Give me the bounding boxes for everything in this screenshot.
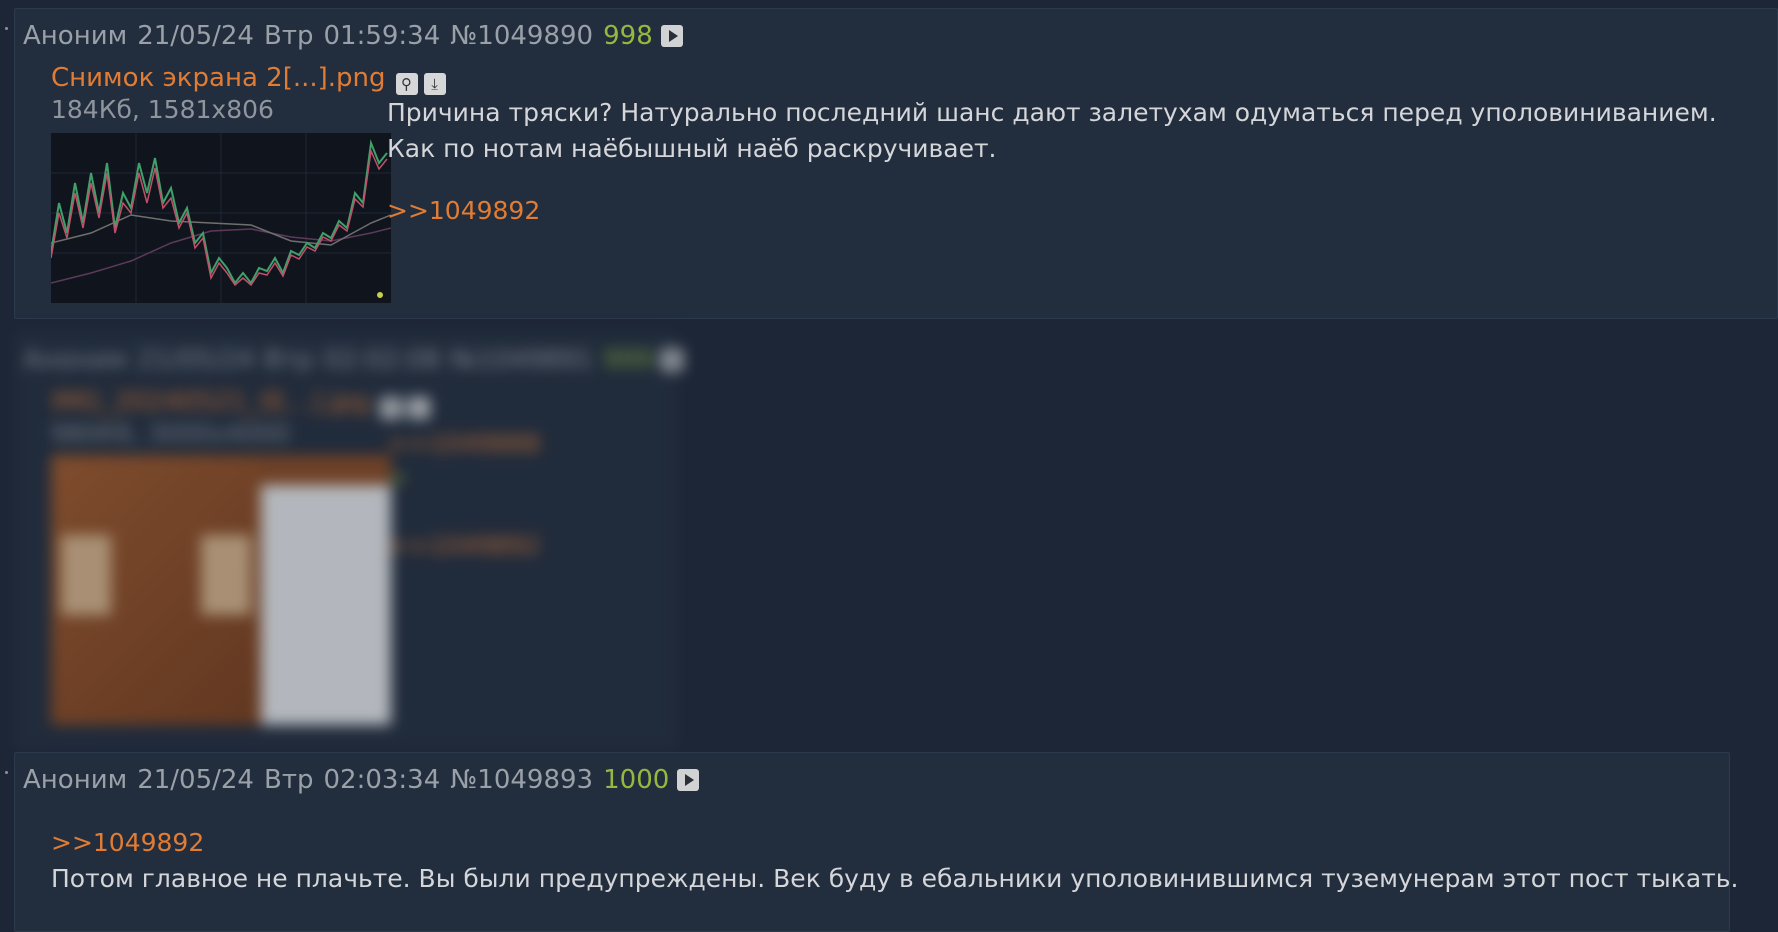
- post-date: 21/05/24: [137, 765, 254, 795]
- quote-line: >: [387, 463, 408, 492]
- post-weekday: Втр: [263, 21, 314, 51]
- post-number-link[interactable]: №1049891: [450, 345, 593, 375]
- post-marker: [5, 771, 8, 774]
- post-message: Причина тряски? Натурально последний шан…: [387, 95, 1717, 229]
- search-icon[interactable]: ⚲: [379, 397, 402, 419]
- file-thumbnail[interactable]: [51, 133, 391, 303]
- post-author: Аноним: [23, 765, 128, 795]
- file-info: IMG_20240521_0[...].jpg ⚲ ⤓: [51, 387, 430, 419]
- file-meta: 184Кб, 1581x806: [51, 95, 274, 124]
- post-header: Аноним 21/05/24 Втр 02:03:34 №1049893 1000: [23, 765, 700, 795]
- search-icon[interactable]: ⚲: [395, 73, 418, 95]
- post-1049890: Аноним 21/05/24 Втр 01:59:34 №1049890 998 Сни…: [5, 8, 1778, 319]
- file-name-link[interactable]: IMG_20240521_0[...].jpg: [51, 387, 370, 417]
- post-marker: [5, 27, 8, 30]
- file-info: Снимок экрана 2[...].png ⚲ ⤓: [51, 63, 446, 95]
- post-time: 02:03:34: [323, 765, 441, 795]
- post-1049893: Аноним 21/05/24 Втр 02:03:34 №1049893 1000 >>…: [5, 752, 1738, 932]
- download-icon[interactable]: ⤓: [423, 73, 446, 95]
- play-icon[interactable]: [660, 25, 683, 47]
- post-count: 998: [603, 21, 653, 51]
- post-1049891-hidden[interactable]: Аноним 21/05/24 Втр 02:02:08 №1049891 999 IMG…: [14, 330, 683, 750]
- file-meta: 980Кб, 3000x4000: [51, 419, 290, 448]
- photo-object: [61, 535, 111, 615]
- file-name-link[interactable]: Снимок экрана 2[...].png: [51, 63, 386, 93]
- post-number-link[interactable]: №1049890: [450, 21, 593, 51]
- reply-link[interactable]: >>1049888: [387, 427, 540, 461]
- thread-page: Аноним 21/05/24 Втр 01:59:34 №1049890 998 Сни…: [0, 0, 1778, 932]
- post-header: Аноним 21/05/24 Втр 01:59:34 №1049890 998: [23, 21, 683, 51]
- post-header: Аноним 21/05/24 Втр 02:02:08 №1049891 999: [23, 345, 683, 375]
- post-weekday: Втр: [263, 345, 314, 375]
- post-date: 21/05/24: [137, 21, 254, 51]
- post-time: 02:02:08: [323, 345, 441, 375]
- post-message-line: Причина тряски? Натурально последний шан…: [387, 98, 1717, 127]
- chart-thumbnail-image: [51, 133, 391, 303]
- post-message: >>1049892 Потом главное не плачьте. Вы б…: [51, 825, 1738, 897]
- post-author: Аноним: [23, 345, 128, 375]
- reply-link[interactable]: >>1049892: [51, 825, 1738, 861]
- play-icon[interactable]: [677, 769, 700, 791]
- post-weekday: Втр: [263, 765, 314, 795]
- photo-paper-sheet: [261, 485, 391, 725]
- post-date: 21/05/24: [137, 345, 254, 375]
- file-thumbnail[interactable]: [51, 455, 391, 725]
- post-author: Аноним: [23, 21, 128, 51]
- post-message-line: Как по нотам наёбышный наёб раскручивает…: [387, 134, 997, 163]
- post-message: >>1049888 > >>1049892: [387, 427, 540, 563]
- post-time: 01:59:34: [323, 21, 441, 51]
- photo-object: [201, 535, 251, 615]
- reply-link[interactable]: >>1049892: [387, 529, 540, 563]
- post-count: 1000: [603, 765, 670, 795]
- post-number-link[interactable]: №1049893: [450, 765, 593, 795]
- reply-link[interactable]: >>1049892: [387, 193, 1717, 229]
- post-count: 999: [603, 345, 653, 375]
- post-message-line: Потом главное не плачьте. Вы были предуп…: [51, 864, 1739, 893]
- download-icon[interactable]: ⤓: [407, 397, 430, 419]
- play-icon[interactable]: [660, 349, 683, 371]
